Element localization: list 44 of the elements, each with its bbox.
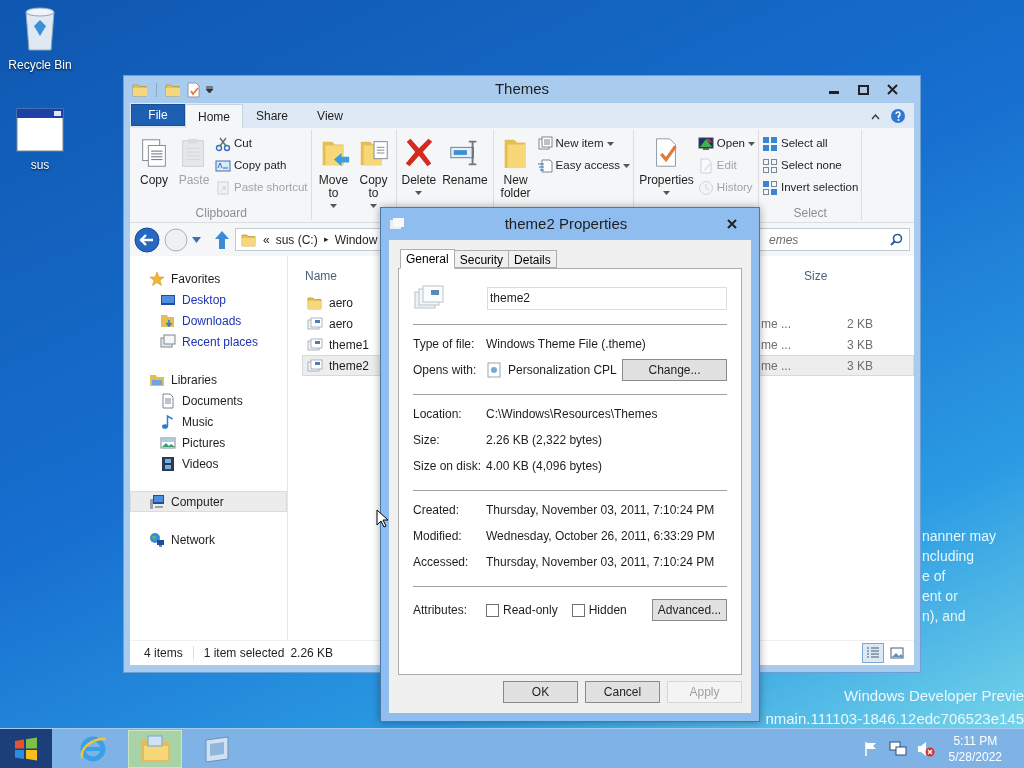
field-label: Size on disk: [413, 458, 483, 475]
field-value: 4.00 KB (4,096 bytes) [486, 458, 603, 475]
file-type: me ... [761, 358, 791, 373]
field-label: Opens with: [413, 362, 478, 379]
file-name: theme2 [329, 357, 370, 375]
group-label: Select [793, 206, 827, 220]
file-size: 3 KB [847, 358, 873, 373]
desktop-notice-text: nanner may [922, 527, 996, 546]
build-info-text: Windows Developer Previe [843, 686, 1024, 706]
desktop-notice-text: n), and [922, 607, 967, 626]
file-name: aero [329, 294, 354, 312]
field-label: Modified: [413, 528, 463, 545]
field-value: Personalization CPL [508, 362, 618, 379]
status-text: 1 item selected [203, 645, 285, 662]
dialog-title: theme2 Properties [503, 213, 629, 234]
field-label: Attributes: [413, 602, 469, 619]
field-label: Size: [413, 432, 441, 449]
file-name: aero [329, 315, 354, 333]
file-name: theme1 [329, 336, 370, 354]
field-label: Type of file: [413, 336, 476, 353]
status-text: 2.26 KB [290, 645, 334, 662]
field-label: Created: [413, 502, 461, 519]
build-info-text: nmain.111103-1846.12edc706523e145 [765, 709, 1024, 729]
checkbox-label: Read-only [503, 602, 558, 619]
desktop-notice-text: e of [922, 567, 947, 586]
field-value: Thursday, November 03, 2011, 7:10:24 PM [486, 554, 715, 571]
field-label: Location: [413, 406, 463, 423]
file-type: me ... [761, 316, 791, 331]
checkbox-label: Hidden [588, 602, 627, 619]
desktop-notice-text: ncluding [922, 547, 976, 566]
status-text: 4 items [144, 645, 183, 662]
search-placeholder: emes [769, 231, 799, 249]
field-value: C:\Windows\Resources\Themes [486, 406, 658, 423]
field-value: Thursday, November 03, 2011, 7:10:24 PM [486, 502, 715, 519]
desktop-notice-text: ent or [922, 587, 959, 606]
file-type: me ... [761, 337, 791, 352]
field-value: Windows Theme File (.theme) [486, 336, 646, 353]
window-title: Themes [493, 79, 551, 100]
field-label: Accessed: [413, 554, 470, 571]
field-value: Wednesday, October 26, 2011, 6:33:29 PM [486, 528, 715, 545]
file-size: 2 KB [847, 316, 873, 331]
group-label: Clipboard [195, 206, 247, 220]
field-value: 2.26 KB (2,322 bytes) [486, 432, 603, 449]
file-size: 3 KB [847, 337, 873, 352]
